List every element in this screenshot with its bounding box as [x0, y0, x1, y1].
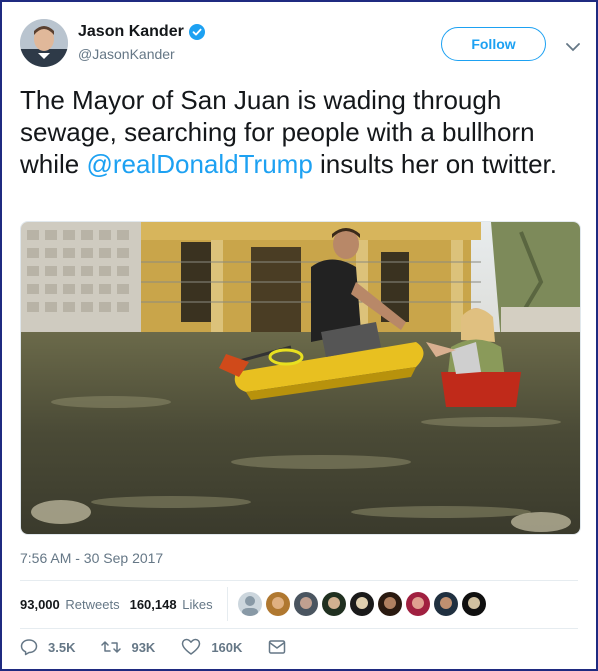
divider-bottom [20, 628, 578, 629]
like-action[interactable]: 160K [181, 638, 242, 656]
retweets-count: 93,000 [20, 596, 60, 612]
liker-avatar[interactable] [349, 592, 374, 616]
reply-icon [20, 639, 38, 656]
tweet-card: Jason Kander @JasonKander Follow The May… [0, 0, 598, 671]
liker-avatar[interactable] [293, 592, 318, 616]
liker-avatars [237, 592, 486, 616]
retweets-stat[interactable]: 93,000 Retweets [20, 597, 120, 612]
tweet-timestamp[interactable]: 7:56 AM - 30 Sep 2017 [20, 550, 163, 566]
liker-avatar[interactable] [377, 592, 402, 616]
author-name[interactable]: Jason Kander [78, 23, 184, 41]
tweet-header: Jason Kander @JasonKander Follow [20, 19, 580, 69]
reply-action[interactable]: 3.5K [20, 638, 75, 656]
likes-count: 160,148 [129, 596, 177, 612]
liker-avatar[interactable] [321, 592, 346, 616]
author-avatar[interactable] [20, 19, 68, 67]
follow-button[interactable]: Follow [441, 27, 546, 61]
tweet-text-after: insults her on twitter. [312, 149, 558, 179]
verified-badge-icon [188, 24, 205, 40]
direct-message-action[interactable] [268, 639, 296, 655]
author-block: Jason Kander @JasonKander [78, 23, 205, 62]
tweet-text: The Mayor of San Juan is wading through … [20, 84, 580, 180]
flood-photo-image [21, 222, 580, 534]
reply-count: 3.5K [48, 639, 76, 655]
heart-icon [182, 638, 201, 655]
liker-avatar[interactable] [237, 592, 262, 616]
like-count: 160K [211, 639, 243, 655]
retweet-icon [101, 641, 122, 653]
envelope-icon [269, 640, 286, 654]
chevron-down-icon[interactable] [566, 39, 580, 52]
author-handle[interactable]: @JasonKander [78, 46, 205, 62]
liker-avatar[interactable] [265, 592, 290, 616]
retweet-action[interactable]: 93K [101, 638, 155, 656]
retweet-count: 93K [131, 639, 156, 655]
tweet-stats: 93,000 Retweets 160,148 Likes [20, 580, 578, 628]
mention-link[interactable]: @realDonaldTrump [86, 149, 312, 179]
liker-avatar[interactable] [405, 592, 430, 616]
liker-avatar[interactable] [433, 592, 458, 616]
liker-avatar[interactable] [461, 592, 486, 616]
tweet-photo[interactable] [20, 221, 581, 535]
likes-stat[interactable]: 160,148 Likes [130, 597, 213, 612]
stats-separator [226, 587, 228, 621]
avatar-image [20, 19, 68, 67]
retweets-label: Retweets [65, 596, 120, 612]
author-name-row[interactable]: Jason Kander [78, 23, 205, 41]
likes-label: Likes [182, 596, 213, 612]
tweet-actions: 3.5K 93K 160K [20, 638, 322, 656]
